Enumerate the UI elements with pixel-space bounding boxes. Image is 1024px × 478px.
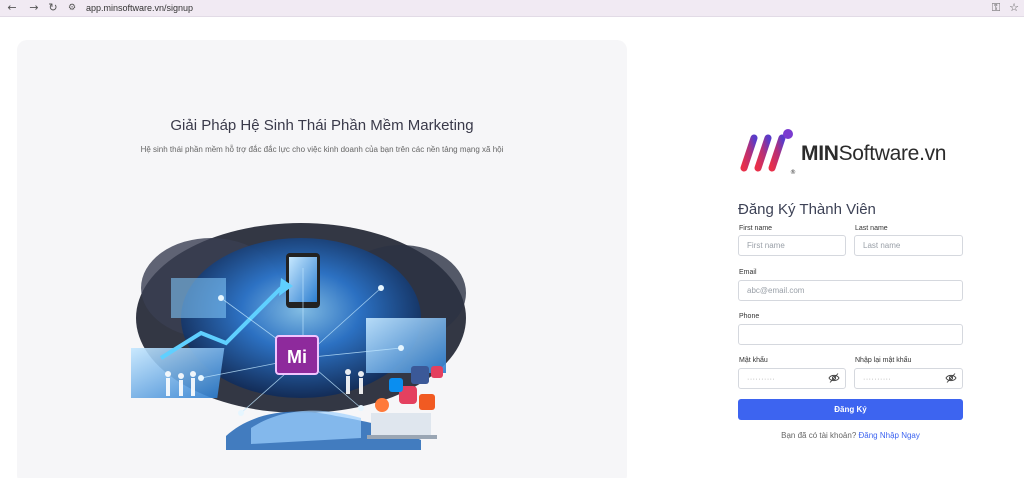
back-icon[interactable]: ← (5, 1, 19, 15)
hero-title: Giải Pháp Hệ Sinh Thái Phần Mềm Marketin… (170, 117, 474, 134)
password-key-icon[interactable]: ⚿ (989, 1, 1003, 15)
eye-off-icon[interactable] (945, 372, 957, 384)
login-prompt: Bạn đã có tài khoản? Đăng Nhập Ngay (738, 431, 963, 440)
password-value: ·········· (747, 376, 776, 383)
forward-icon[interactable]: → (27, 1, 41, 15)
email-input[interactable]: abc@email.com (738, 280, 963, 301)
signup-submit-button[interactable]: Đăng Ký (738, 399, 963, 420)
min-logo-icon: ® (740, 129, 796, 176)
site-info-icon[interactable]: ⚙ (68, 2, 82, 14)
first-name-label: First name (739, 225, 773, 232)
minsoftware-logo: ® MINSoftware.vn (740, 128, 970, 178)
login-link[interactable]: Đăng Nhập Ngay (859, 431, 920, 440)
signup-title: Đăng Ký Thành Viên (738, 201, 876, 218)
address-bar[interactable]: app.minsoftware.vn/signup (86, 2, 193, 14)
hero-subtitle: Hệ sinh thái phần mềm hỗ trợ đắc đắc lực… (140, 145, 504, 154)
browser-toolbar: ← → ↻ ⚙ app.minsoftware.vn/signup ⚿ ☆ (0, 0, 1024, 17)
phone-input[interactable] (738, 324, 963, 345)
bookmark-star-icon[interactable]: ☆ (1007, 1, 1021, 15)
confirm-password-input[interactable]: ·········· (854, 368, 963, 389)
password-input[interactable]: ·········· (738, 368, 846, 389)
reload-icon[interactable]: ↻ (46, 1, 60, 15)
eye-off-icon[interactable] (828, 372, 840, 384)
confirm-password-value: ·········· (863, 376, 892, 383)
first-name-input[interactable]: First name (738, 235, 846, 256)
last-name-input[interactable]: Last name (854, 235, 963, 256)
logo-text: MINSoftware.vn (801, 142, 947, 165)
confirm-password-label: Nhập lại mật khẩu (855, 357, 912, 364)
have-account-text: Bạn đã có tài khoản? (781, 431, 859, 440)
marketing-ecosystem-illustration: Mi (131, 223, 466, 450)
last-name-label: Last name (855, 225, 888, 232)
phone-label: Phone (739, 313, 760, 320)
password-label: Mật khẩu (739, 357, 768, 364)
hero-panel: Giải Pháp Hệ Sinh Thái Phần Mềm Marketin… (17, 40, 627, 478)
svg-text:®: ® (790, 169, 796, 176)
email-label: Email (739, 269, 757, 276)
